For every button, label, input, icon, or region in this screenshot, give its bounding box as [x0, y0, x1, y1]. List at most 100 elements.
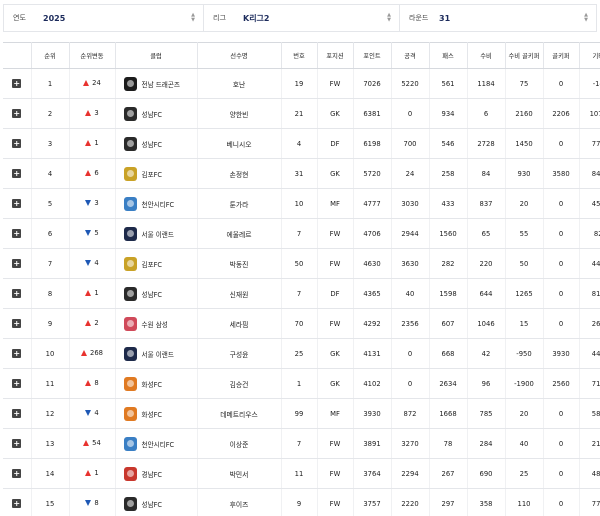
defense-gk-cell: 930 [505, 158, 544, 189]
goalkeeper-cell: 0 [543, 68, 580, 99]
expand-plus-icon[interactable]: + [12, 139, 22, 148]
rank-change-cell: 8 [69, 488, 116, 516]
expand-cell: + [3, 158, 32, 189]
expand-cell: + [3, 338, 32, 369]
rank-change-value: 1 [94, 469, 99, 477]
expand-plus-icon[interactable]: + [12, 439, 22, 448]
column-header: 수비 골키퍼 [505, 42, 544, 69]
pass-cell: 1668 [429, 398, 468, 429]
attack-cell: 2294 [391, 458, 430, 489]
club-emblem-icon [123, 256, 137, 271]
etc-cell: 441 [579, 338, 600, 369]
goalkeeper-cell: 2560 [543, 368, 580, 399]
table-row: +13 54 천안시티FC 이상준7FW3891327078284400219 [3, 428, 600, 459]
column-header: 포지션 [317, 42, 354, 69]
pass-cell: 297 [429, 488, 468, 516]
attack-cell: 700 [391, 128, 430, 159]
table-row: +65서울 이랜드에울레르7FW4706294415606555082 [3, 218, 600, 249]
expand-plus-icon[interactable]: + [12, 169, 22, 178]
number-cell: 7 [281, 218, 318, 249]
etc-cell: 268 [579, 308, 600, 339]
rank-change-value: 3 [94, 199, 99, 207]
column-header: 클럽 [115, 42, 198, 69]
year-select[interactable]: 연도 2025 ▲ ▼ [4, 5, 204, 31]
expand-plus-icon[interactable]: + [12, 229, 22, 238]
league-value: K리그2 [243, 13, 270, 23]
position-cell: FW [317, 488, 354, 516]
expand-plus-icon[interactable]: + [12, 199, 22, 208]
rank-cell: 11 [31, 368, 70, 399]
arrow-up-icon [81, 350, 87, 356]
expand-cell: + [3, 488, 32, 516]
club-emblem-icon [123, 76, 137, 91]
pass-cell: 78 [429, 428, 468, 459]
table-row: +10 268 서울 이랜드 구성윤25GK4131066842-9503930441 [3, 338, 600, 369]
table-row: +9 2 수원 삼성 세라핌70FW429223566071046150268 [3, 308, 600, 339]
arrow-up-icon [85, 140, 92, 146]
club-cell: 화성FC [115, 368, 198, 399]
club-cell: 수원 삼성 [115, 308, 198, 339]
rank-cell: 6 [31, 218, 70, 249]
rank-cell: 7 [31, 248, 70, 279]
table-header: 순위순위변동클럽선수명번호포지션포인트공격패스수비수비 골키퍼골키퍼기타 [3, 42, 600, 69]
number-cell: 9 [281, 488, 318, 516]
rank-change-cell: 2 [69, 308, 116, 339]
goalkeeper-cell: 0 [543, 188, 580, 219]
player-name-cell: 박동진 [197, 248, 282, 279]
column-header: 수비 [467, 42, 506, 69]
rank-cell: 9 [31, 308, 70, 339]
league-select[interactable]: 리그 K리그2 ▲ ▼ [204, 5, 400, 31]
expand-plus-icon[interactable]: + [12, 409, 22, 418]
expand-plus-icon[interactable]: + [12, 79, 22, 88]
expand-cell: + [3, 278, 32, 309]
expand-plus-icon[interactable]: + [12, 469, 22, 478]
rank-change-value: 8 [94, 379, 99, 387]
expand-plus-icon[interactable]: + [12, 259, 22, 268]
expand-plus-icon[interactable]: + [12, 379, 22, 388]
etc-cell: 585 [579, 398, 600, 429]
defense-gk-cell: 15 [505, 308, 544, 339]
expand-plus-icon[interactable]: + [12, 499, 22, 508]
attack-cell: 2944 [391, 218, 430, 249]
points-cell: 3757 [353, 488, 392, 516]
player-name-cell: 구성윤 [197, 338, 282, 369]
rank-cell: 10 [31, 338, 70, 369]
rank-change-value: 6 [94, 169, 99, 177]
expand-plus-icon[interactable]: + [12, 319, 22, 328]
player-ranking-table: 순위순위변동클럽선수명번호포지션포인트공격패스수비수비 골키퍼골키퍼기타 +1 2… [3, 42, 600, 516]
expand-plus-icon[interactable]: + [12, 289, 22, 298]
rank-change-value: 4 [94, 259, 99, 267]
club-name: 성남FC [141, 500, 163, 509]
rank-cell: 5 [31, 188, 70, 219]
number-cell: 7 [281, 428, 318, 459]
club-name: 김포FC [141, 260, 163, 269]
club-emblem-icon [123, 286, 137, 301]
club-name: 화성FC [141, 380, 163, 389]
position-cell: GK [317, 98, 354, 129]
rank-change-cell: 8 [69, 368, 116, 399]
points-cell: 6381 [353, 98, 392, 129]
expand-cell: + [3, 308, 32, 339]
club-emblem-icon [123, 436, 137, 451]
player-name-cell: 세라핌 [197, 308, 282, 339]
position-cell: FW [317, 308, 354, 339]
round-select[interactable]: 라운드 31 ▲ ▼ [400, 5, 596, 31]
pass-cell: 1598 [429, 278, 468, 309]
pass-cell: 282 [429, 248, 468, 279]
goalkeeper-cell: 0 [543, 308, 580, 339]
player-name-cell: 손정현 [197, 158, 282, 189]
etc-cell: 488 [579, 458, 600, 489]
club-cell: 김포FC [115, 158, 198, 189]
pass-cell: 258 [429, 158, 468, 189]
club-emblem-icon [123, 346, 137, 361]
defense-gk-cell: -1900 [505, 368, 544, 399]
defense-gk-cell: 1450 [505, 128, 544, 159]
number-cell: 10 [281, 188, 318, 219]
expand-plus-icon[interactable]: + [12, 109, 22, 118]
club-cell: 성남FC [115, 488, 198, 516]
expand-cell: + [3, 68, 32, 99]
rank-change-value: 268 [90, 349, 103, 357]
expand-plus-icon[interactable]: + [12, 349, 22, 358]
attack-cell: 24 [391, 158, 430, 189]
points-cell: 4630 [353, 248, 392, 279]
